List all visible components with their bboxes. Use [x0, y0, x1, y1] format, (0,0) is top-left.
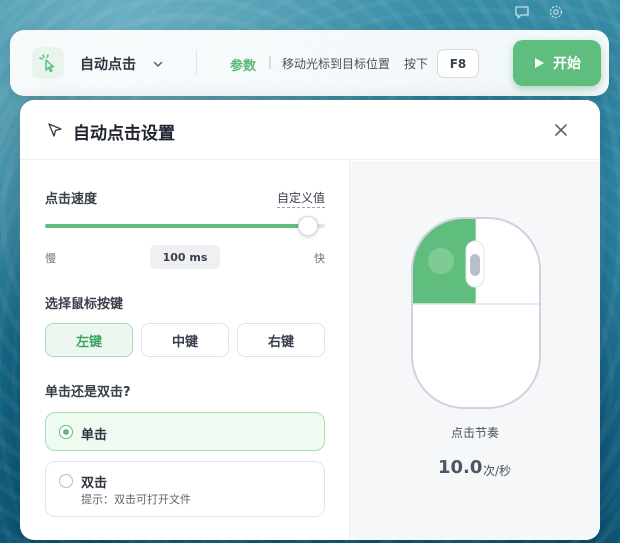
- speed-label: 点击速度: [45, 192, 98, 207]
- pointer-click-icon[interactable]: [32, 47, 64, 79]
- hotkey-badge[interactable]: F8: [437, 49, 479, 78]
- double-click-option[interactable]: 双击 提示：双击可打开文件: [45, 461, 325, 517]
- click-rhythm-label: 点击节奏: [450, 426, 499, 440]
- preview-panel: 点击节奏 10.0 次/秒: [349, 161, 600, 540]
- custom-value-link[interactable]: 自定义值: [277, 189, 326, 208]
- single-click-label: 单击: [81, 428, 108, 443]
- panel-header: 自动点击设置: [20, 100, 600, 160]
- speed-slider[interactable]: [45, 216, 325, 236]
- instruction-text: 移动光标到目标位置: [282, 57, 391, 71]
- top-toolbar: 自动点击 参数 | 移动光标到目标位置 按下 F8 开始: [10, 30, 609, 96]
- double-click-radio[interactable]: [59, 474, 73, 488]
- click-rate-unit: 次/秒: [483, 464, 512, 478]
- single-click-option[interactable]: 单击: [45, 412, 325, 451]
- middle-button-option[interactable]: 中键: [141, 323, 229, 357]
- cursor-arrow-icon: [46, 121, 64, 143]
- press-label: 按下: [404, 57, 429, 71]
- gear-icon[interactable]: [548, 4, 564, 24]
- toolbar-divider: [196, 50, 197, 76]
- params-link[interactable]: 参数: [230, 55, 256, 74]
- chevron-down-icon[interactable]: [152, 55, 164, 74]
- slow-label: 慢: [45, 252, 56, 265]
- click-mode-label: 单击还是双击?: [45, 385, 131, 400]
- mouse-button-label: 选择鼠标按键: [45, 297, 124, 312]
- mouse-preview-icon: [410, 216, 542, 412]
- close-icon[interactable]: [553, 122, 569, 138]
- double-click-label: 双击: [81, 476, 108, 491]
- start-button-label: 开始: [553, 55, 581, 71]
- params-separator: |: [268, 55, 273, 69]
- settings-panel: 自动点击设置 点击速度 自定义值 慢 100 ms 快 选择鼠标按键 左键 中键…: [20, 100, 600, 540]
- fast-label: 快: [314, 252, 325, 265]
- click-rate-value: 10.0: [438, 457, 483, 478]
- comment-icon[interactable]: [514, 4, 530, 24]
- speed-slider-handle[interactable]: [298, 216, 319, 236]
- mode-selector-label[interactable]: 自动点击: [80, 54, 136, 74]
- double-click-hint: 提示：双击可打开文件: [81, 493, 191, 506]
- settings-form: 点击速度 自定义值 慢 100 ms 快 选择鼠标按键 左键 中键 右键 单击还…: [20, 161, 349, 540]
- single-click-radio[interactable]: [59, 425, 73, 439]
- speed-slider-fill: [45, 224, 309, 228]
- panel-title: 自动点击设置: [73, 124, 175, 144]
- top-icons: [514, 4, 564, 24]
- left-button-option[interactable]: 左键: [45, 323, 133, 357]
- right-button-option[interactable]: 右键: [237, 323, 325, 357]
- play-icon: [535, 58, 544, 68]
- mouse-button-group: 左键 中键 右键: [45, 323, 325, 357]
- start-button[interactable]: 开始: [513, 40, 601, 86]
- speed-value-badge: 100 ms: [150, 245, 220, 269]
